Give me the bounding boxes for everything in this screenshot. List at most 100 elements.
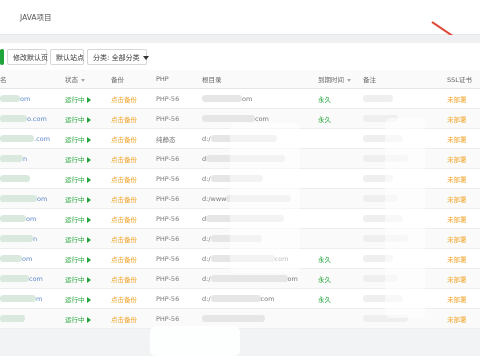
root-path-suffix[interactable]: com [261, 295, 275, 303]
site-name-cell[interactable] [0, 308, 62, 329]
root-path-suffix[interactable]: com [255, 115, 269, 123]
root-path-prefix[interactable]: d:/ [202, 255, 211, 263]
ssl-status[interactable]: 未部署 [447, 256, 467, 264]
site-name[interactable]: om [22, 255, 32, 263]
site-name-cell[interactable]: om [0, 88, 62, 109]
ssl-cell[interactable]: 未部署 [444, 288, 480, 309]
expiry-value[interactable]: 永久 [318, 116, 331, 124]
root-cell[interactable]: d:/ com [199, 288, 315, 309]
php-version[interactable]: PHP-56 [156, 115, 179, 123]
site-name[interactable]: m [36, 295, 42, 303]
ssl-status[interactable]: 未部署 [447, 136, 467, 144]
status-label[interactable]: 运行中 [65, 236, 85, 244]
ssl-cell[interactable]: 未部署 [444, 168, 480, 189]
status-cell[interactable]: 运行中 [62, 148, 108, 169]
expiry-cell[interactable] [315, 228, 360, 249]
default-page-button[interactable]: 修改默认页 [7, 49, 48, 65]
status-cell[interactable]: 运行中 [62, 288, 108, 309]
status-cell[interactable]: 运行中 [62, 108, 108, 129]
status-label[interactable]: 运行中 [65, 196, 85, 204]
backup-link[interactable]: 点击备份 [111, 196, 137, 204]
expiry-cell[interactable]: 永久 [315, 268, 360, 289]
default-site-button[interactable]: 默认站点 [50, 49, 84, 65]
site-name[interactable]: n [33, 235, 37, 243]
backup-cell[interactable]: 点击备份 [108, 168, 153, 189]
site-name-cell[interactable]: .com [0, 128, 62, 149]
ssl-status[interactable]: 未部署 [447, 296, 467, 304]
status-label[interactable]: 运行中 [65, 176, 85, 184]
site-name[interactable]: .com [34, 135, 50, 143]
ssl-status[interactable]: 未部署 [447, 156, 467, 164]
php-cell[interactable]: PHP-56 [153, 148, 199, 169]
status-cell[interactable]: 运行中 [62, 268, 108, 289]
site-name[interactable]: com [29, 275, 43, 283]
backup-cell[interactable]: 点击备份 [108, 268, 153, 289]
root-cell[interactable]: om [199, 88, 315, 109]
php-cell[interactable]: PHP-56 [153, 88, 199, 109]
backup-link[interactable]: 点击备份 [111, 156, 137, 164]
php-cell[interactable]: PHP-56 [153, 188, 199, 209]
ssl-cell[interactable]: 未部署 [444, 188, 480, 209]
status-label[interactable]: 运行中 [65, 216, 85, 224]
root-path-prefix[interactable]: d:/ [202, 135, 211, 143]
ssl-status[interactable]: 未部署 [447, 196, 467, 204]
ssl-cell[interactable]: 未部署 [444, 88, 480, 109]
status-label[interactable]: 运行中 [65, 136, 85, 144]
status-cell[interactable]: 运行中 [62, 188, 108, 209]
expiry-cell[interactable] [315, 188, 360, 209]
php-version[interactable]: PHP-56 [156, 315, 179, 323]
backup-link[interactable]: 点击备份 [111, 116, 137, 124]
expiry-value[interactable]: 永久 [318, 256, 331, 264]
php-version[interactable]: PHP-56 [156, 275, 179, 283]
php-cell[interactable]: PHP-56 [153, 288, 199, 309]
status-cell[interactable]: 运行中 [62, 248, 108, 269]
backup-link[interactable]: 点击备份 [111, 216, 137, 224]
expiry-cell[interactable] [315, 148, 360, 169]
backup-link[interactable]: 点击备份 [111, 176, 137, 184]
php-version[interactable]: PHP-56 [156, 195, 179, 203]
backup-cell[interactable]: 点击备份 [108, 188, 153, 209]
php-cell[interactable]: PHP-56 [153, 208, 199, 229]
ssl-status[interactable]: 未部署 [447, 276, 467, 284]
backup-cell[interactable]: 点击备份 [108, 208, 153, 229]
expiry-value[interactable]: 永久 [318, 296, 331, 304]
status-label[interactable]: 运行中 [65, 276, 85, 284]
category-select[interactable]: 分类: 全部分类 [87, 49, 149, 65]
ssl-status[interactable]: 未部署 [447, 96, 467, 104]
site-name[interactable]: om [37, 195, 47, 203]
backup-cell[interactable]: 点击备份 [108, 88, 153, 109]
php-version[interactable]: PHP-56 [156, 295, 179, 303]
expiry-cell[interactable] [315, 168, 360, 189]
ssl-cell[interactable]: 未部署 [444, 228, 480, 249]
tab-java-project[interactable]: JAVA项目 [12, 10, 60, 26]
expiry-cell[interactable]: 永久 [315, 88, 360, 109]
status-cell[interactable]: 运行中 [62, 208, 108, 229]
php-cell[interactable]: PHP-56 [153, 248, 199, 269]
site-name[interactable]: o.com [27, 115, 47, 123]
status-cell[interactable]: 运行中 [62, 228, 108, 249]
site-name-cell[interactable]: o.com [0, 108, 62, 129]
php-version[interactable]: PHP-56 [156, 255, 179, 263]
backup-link[interactable]: 点击备份 [111, 256, 137, 264]
status-label[interactable]: 运行中 [65, 116, 85, 124]
expiry-cell[interactable]: 永久 [315, 288, 360, 309]
expiry-cell[interactable]: 永久 [315, 248, 360, 269]
backup-cell[interactable]: 点击备份 [108, 108, 153, 129]
site-name[interactable]: n [23, 155, 27, 163]
status-label[interactable]: 运行中 [65, 96, 85, 104]
site-name-cell[interactable]: n [0, 228, 62, 249]
status-label[interactable]: 运行中 [65, 156, 85, 164]
php-cell[interactable]: 纯静态 [153, 128, 199, 149]
add-site-button[interactable] [0, 49, 4, 65]
note-cell[interactable] [360, 88, 444, 109]
expiry-value[interactable]: 永久 [318, 276, 331, 284]
ssl-cell[interactable]: 未部署 [444, 108, 480, 129]
ssl-status[interactable]: 未部署 [447, 176, 467, 184]
site-name-cell[interactable]: om [0, 188, 62, 209]
site-name-cell[interactable] [0, 168, 62, 189]
status-cell[interactable]: 运行中 [62, 308, 108, 329]
php-cell[interactable]: PHP-56 [153, 228, 199, 249]
expiry-cell[interactable]: 永久 [315, 108, 360, 129]
ssl-status[interactable]: 未部署 [447, 216, 467, 224]
php-version[interactable]: PHP-56 [156, 235, 179, 243]
